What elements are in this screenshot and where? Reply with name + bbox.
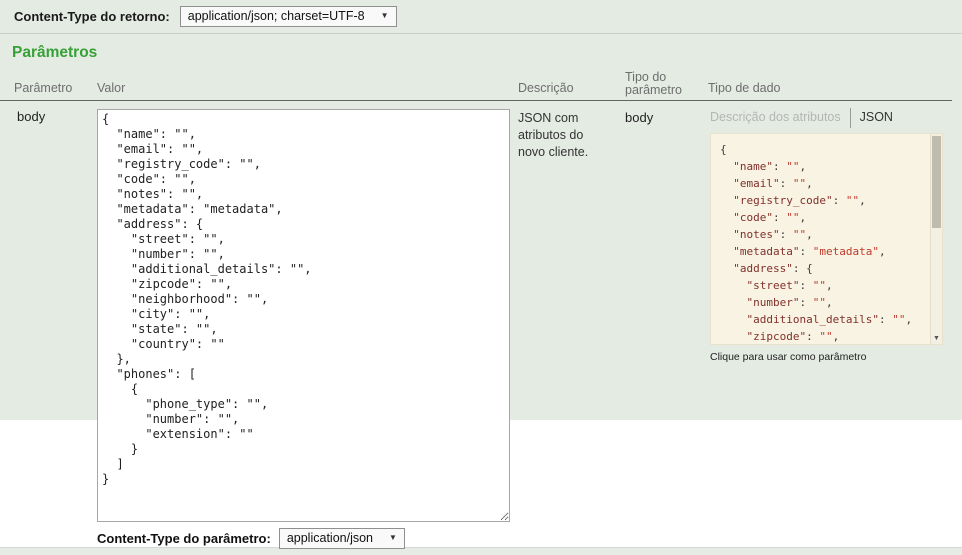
return-content-type-label: Content-Type do retorno:: [14, 9, 170, 24]
return-content-type-select[interactable]: application/json; charset=UTF-8 ▼: [179, 6, 397, 27]
page-title: Parâmetros: [12, 44, 98, 61]
select-value: application/json; charset=UTF-8: [187, 9, 365, 23]
return-content-type-bar: Content-Type do retorno: application/jso…: [0, 0, 962, 34]
scrollbar-thumb[interactable]: [932, 136, 941, 228]
column-header-tipo-de-dado: Tipo de dado: [708, 81, 781, 95]
preview-scrollbar[interactable]: ▼: [930, 134, 942, 344]
param-content-type-label: Content-Type do parâmetro:: [97, 531, 271, 546]
param-type-value: body: [625, 110, 654, 125]
column-header-valor: Valor: [97, 81, 126, 95]
param-content-type-row: Content-Type do parâmetro: application/j…: [97, 528, 405, 549]
column-header-tipo-do-parametro: Tipo do parâmetro: [625, 70, 682, 97]
chevron-down-icon: ▼: [380, 11, 389, 20]
body-param-input[interactable]: { "name": "", "email": "", "registry_cod…: [97, 109, 510, 522]
tab-json[interactable]: JSON: [849, 108, 899, 128]
select-value: application/json: [286, 531, 373, 545]
parameters-table-header: Parâmetro Valor Descrição Tipo do parâme…: [0, 70, 952, 101]
param-name-body: body: [17, 109, 46, 124]
preview-hint: Clique para usar como parâmetro: [710, 351, 867, 363]
column-header-parametro: Parâmetro: [14, 81, 73, 95]
column-header-descricao: Descrição: [518, 81, 574, 95]
api-parameters-panel: Content-Type do retorno: application/jso…: [0, 0, 962, 555]
json-example-preview[interactable]: { "name": "", "email": "", "registry_cod…: [710, 133, 943, 345]
param-content-type-select[interactable]: application/json ▼: [278, 528, 405, 549]
scroll-down-icon[interactable]: ▼: [931, 335, 942, 342]
param-description: JSON com atributos do novo cliente.: [518, 111, 589, 159]
json-preview-code: { "name": "", "email": "", "registry_cod…: [720, 143, 913, 343]
tab-descricao-dos-atributos[interactable]: Descrição dos atributos: [710, 108, 850, 128]
chevron-down-icon: ▼: [389, 533, 397, 542]
data-type-tabs: Descrição dos atributos JSON: [710, 108, 899, 128]
